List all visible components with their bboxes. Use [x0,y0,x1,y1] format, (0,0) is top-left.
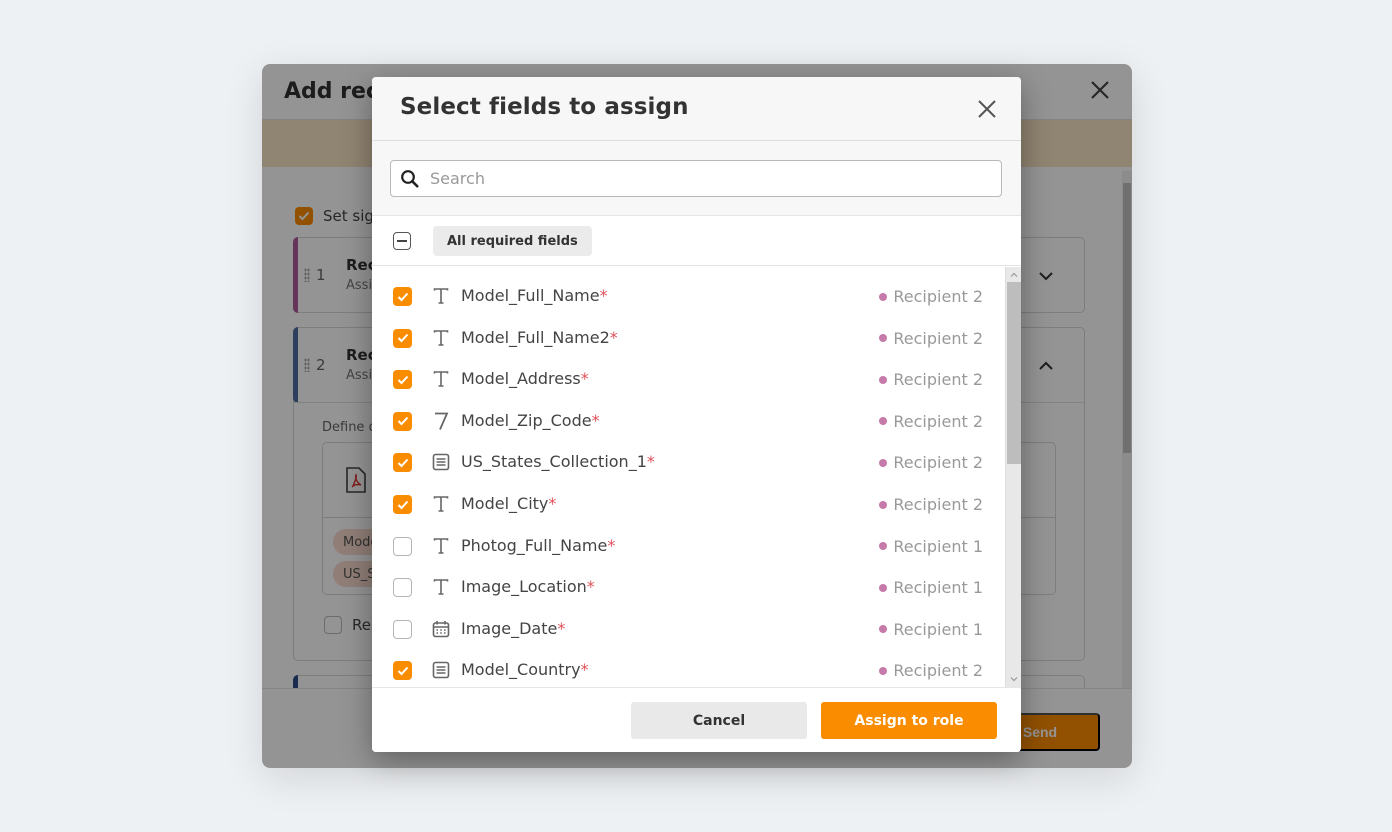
search-input[interactable] [430,169,1001,188]
required-marker: * [646,452,655,472]
field-list: Model_Full_Name* Recipient 2 Model_Full_Na… [372,267,1021,687]
required-marker: * [580,369,589,389]
field-row[interactable]: Image_Date* Recipient 1 [372,609,1005,651]
field-checkbox[interactable] [393,411,412,431]
required-marker: * [586,577,595,597]
recipient-label: Recipient 2 [879,370,983,389]
field-checkbox[interactable] [393,619,412,639]
recipient-label: Recipient 2 [879,661,983,680]
check-icon [397,458,408,468]
recipient-dot-icon [879,500,888,509]
text-field-icon [431,536,451,556]
check-icon [397,666,408,676]
list-field-icon [431,452,451,472]
scroll-down-icon[interactable] [1009,674,1019,684]
all-required-fields-chip[interactable]: All required fields [433,226,592,256]
field-row[interactable]: Model_Address* Recipient 2 [372,359,1005,401]
recipient-label: Recipient 1 [879,620,983,639]
field-checkbox[interactable] [393,661,412,681]
filter-row: All required fields [372,216,1021,266]
field-name: Model_City* [461,494,557,513]
list-field-icon [431,660,451,680]
field-name: US_States_Collection_1* [461,452,655,472]
select-all-checkbox[interactable] [393,232,411,250]
field-row[interactable]: US_States_Collection_1* Recipient 2 [372,442,1005,484]
field-name: Model_Country* [461,660,589,680]
required-marker: * [591,410,600,430]
recipient-label: Recipient 2 [879,329,983,348]
field-name: Model_Zip_Code* [461,410,600,430]
recipient-dot-icon [879,458,888,467]
field-row[interactable]: Image_Location* Recipient 1 [372,567,1005,609]
field-checkbox[interactable] [393,328,412,348]
text-field-icon [431,369,451,389]
field-checkbox[interactable] [393,536,412,556]
number-field-icon [431,411,451,431]
text-field-icon [431,577,451,597]
required-marker: * [609,327,618,347]
recipient-dot-icon [879,542,888,551]
field-row[interactable]: Photog_Full_Name* Recipient 1 [372,526,1005,568]
recipient-dot-icon [879,292,888,301]
cancel-button[interactable]: Cancel [631,702,807,739]
text-field-icon [431,494,451,514]
list-scrollbar-thumb[interactable] [1007,282,1021,464]
assign-to-role-button[interactable]: Assign to role [821,702,997,739]
field-name: Image_Date* [461,618,566,638]
required-marker: * [580,660,589,680]
recipient-label: Recipient 2 [879,287,983,306]
check-icon [397,333,408,343]
minus-icon [397,240,407,242]
check-icon [397,292,408,301]
text-field-icon [431,286,451,306]
scroll-up-icon[interactable] [1009,270,1019,280]
calendar-icon [431,619,451,639]
required-marker: * [557,618,566,638]
dialog-title: Select fields to assign [400,94,689,120]
text-field-icon [431,328,451,348]
field-checkbox[interactable] [393,453,412,473]
field-checkbox[interactable] [393,370,412,390]
recipient-dot-icon [879,334,888,343]
required-marker: * [548,494,557,513]
recipient-dot-icon [879,417,888,426]
field-name: Model_Address* [461,369,589,389]
search-icon [401,169,419,188]
recipient-dot-icon [879,666,888,675]
required-marker: * [607,535,616,555]
field-row[interactable]: Model_Full_Name2* Recipient 2 [372,318,1005,360]
recipient-label: Recipient 2 [879,412,983,431]
field-name: Model_Full_Name* [461,286,608,305]
field-row[interactable]: Model_Full_Name* Recipient 2 [372,276,1005,318]
dialog-header: Select fields to assign [372,77,1021,141]
recipient-label: Recipient 2 [879,453,983,472]
field-checkbox[interactable] [393,578,412,598]
field-checkbox[interactable] [393,287,412,306]
search-box[interactable] [390,160,1002,197]
field-row[interactable]: Model_Zip_Code* Recipient 2 [372,401,1005,443]
required-marker: * [599,286,608,305]
check-icon [397,500,408,509]
recipient-label: Recipient 1 [879,578,983,597]
select-fields-dialog: Select fields to assign All required fie… [372,77,1021,752]
check-icon [397,375,408,385]
field-row[interactable]: Model_City* Recipient 2 [372,484,1005,526]
field-name: Image_Location* [461,577,595,597]
recipient-dot-icon [879,583,888,592]
recipient-label: Recipient 2 [879,495,983,514]
field-checkbox[interactable] [393,495,412,514]
field-name: Model_Full_Name2* [461,327,618,347]
list-scrollbar[interactable] [1005,267,1021,687]
check-icon [397,417,408,426]
recipient-dot-icon [879,375,888,384]
field-name: Photog_Full_Name* [461,535,616,555]
close-icon[interactable] [975,97,999,121]
recipient-label: Recipient 1 [879,537,983,556]
recipient-dot-icon [879,625,888,634]
field-row[interactable]: Model_Country* Recipient 2 [372,650,1005,687]
search-area [372,141,1021,216]
dialog-footer: Cancel Assign to role [372,687,1021,752]
